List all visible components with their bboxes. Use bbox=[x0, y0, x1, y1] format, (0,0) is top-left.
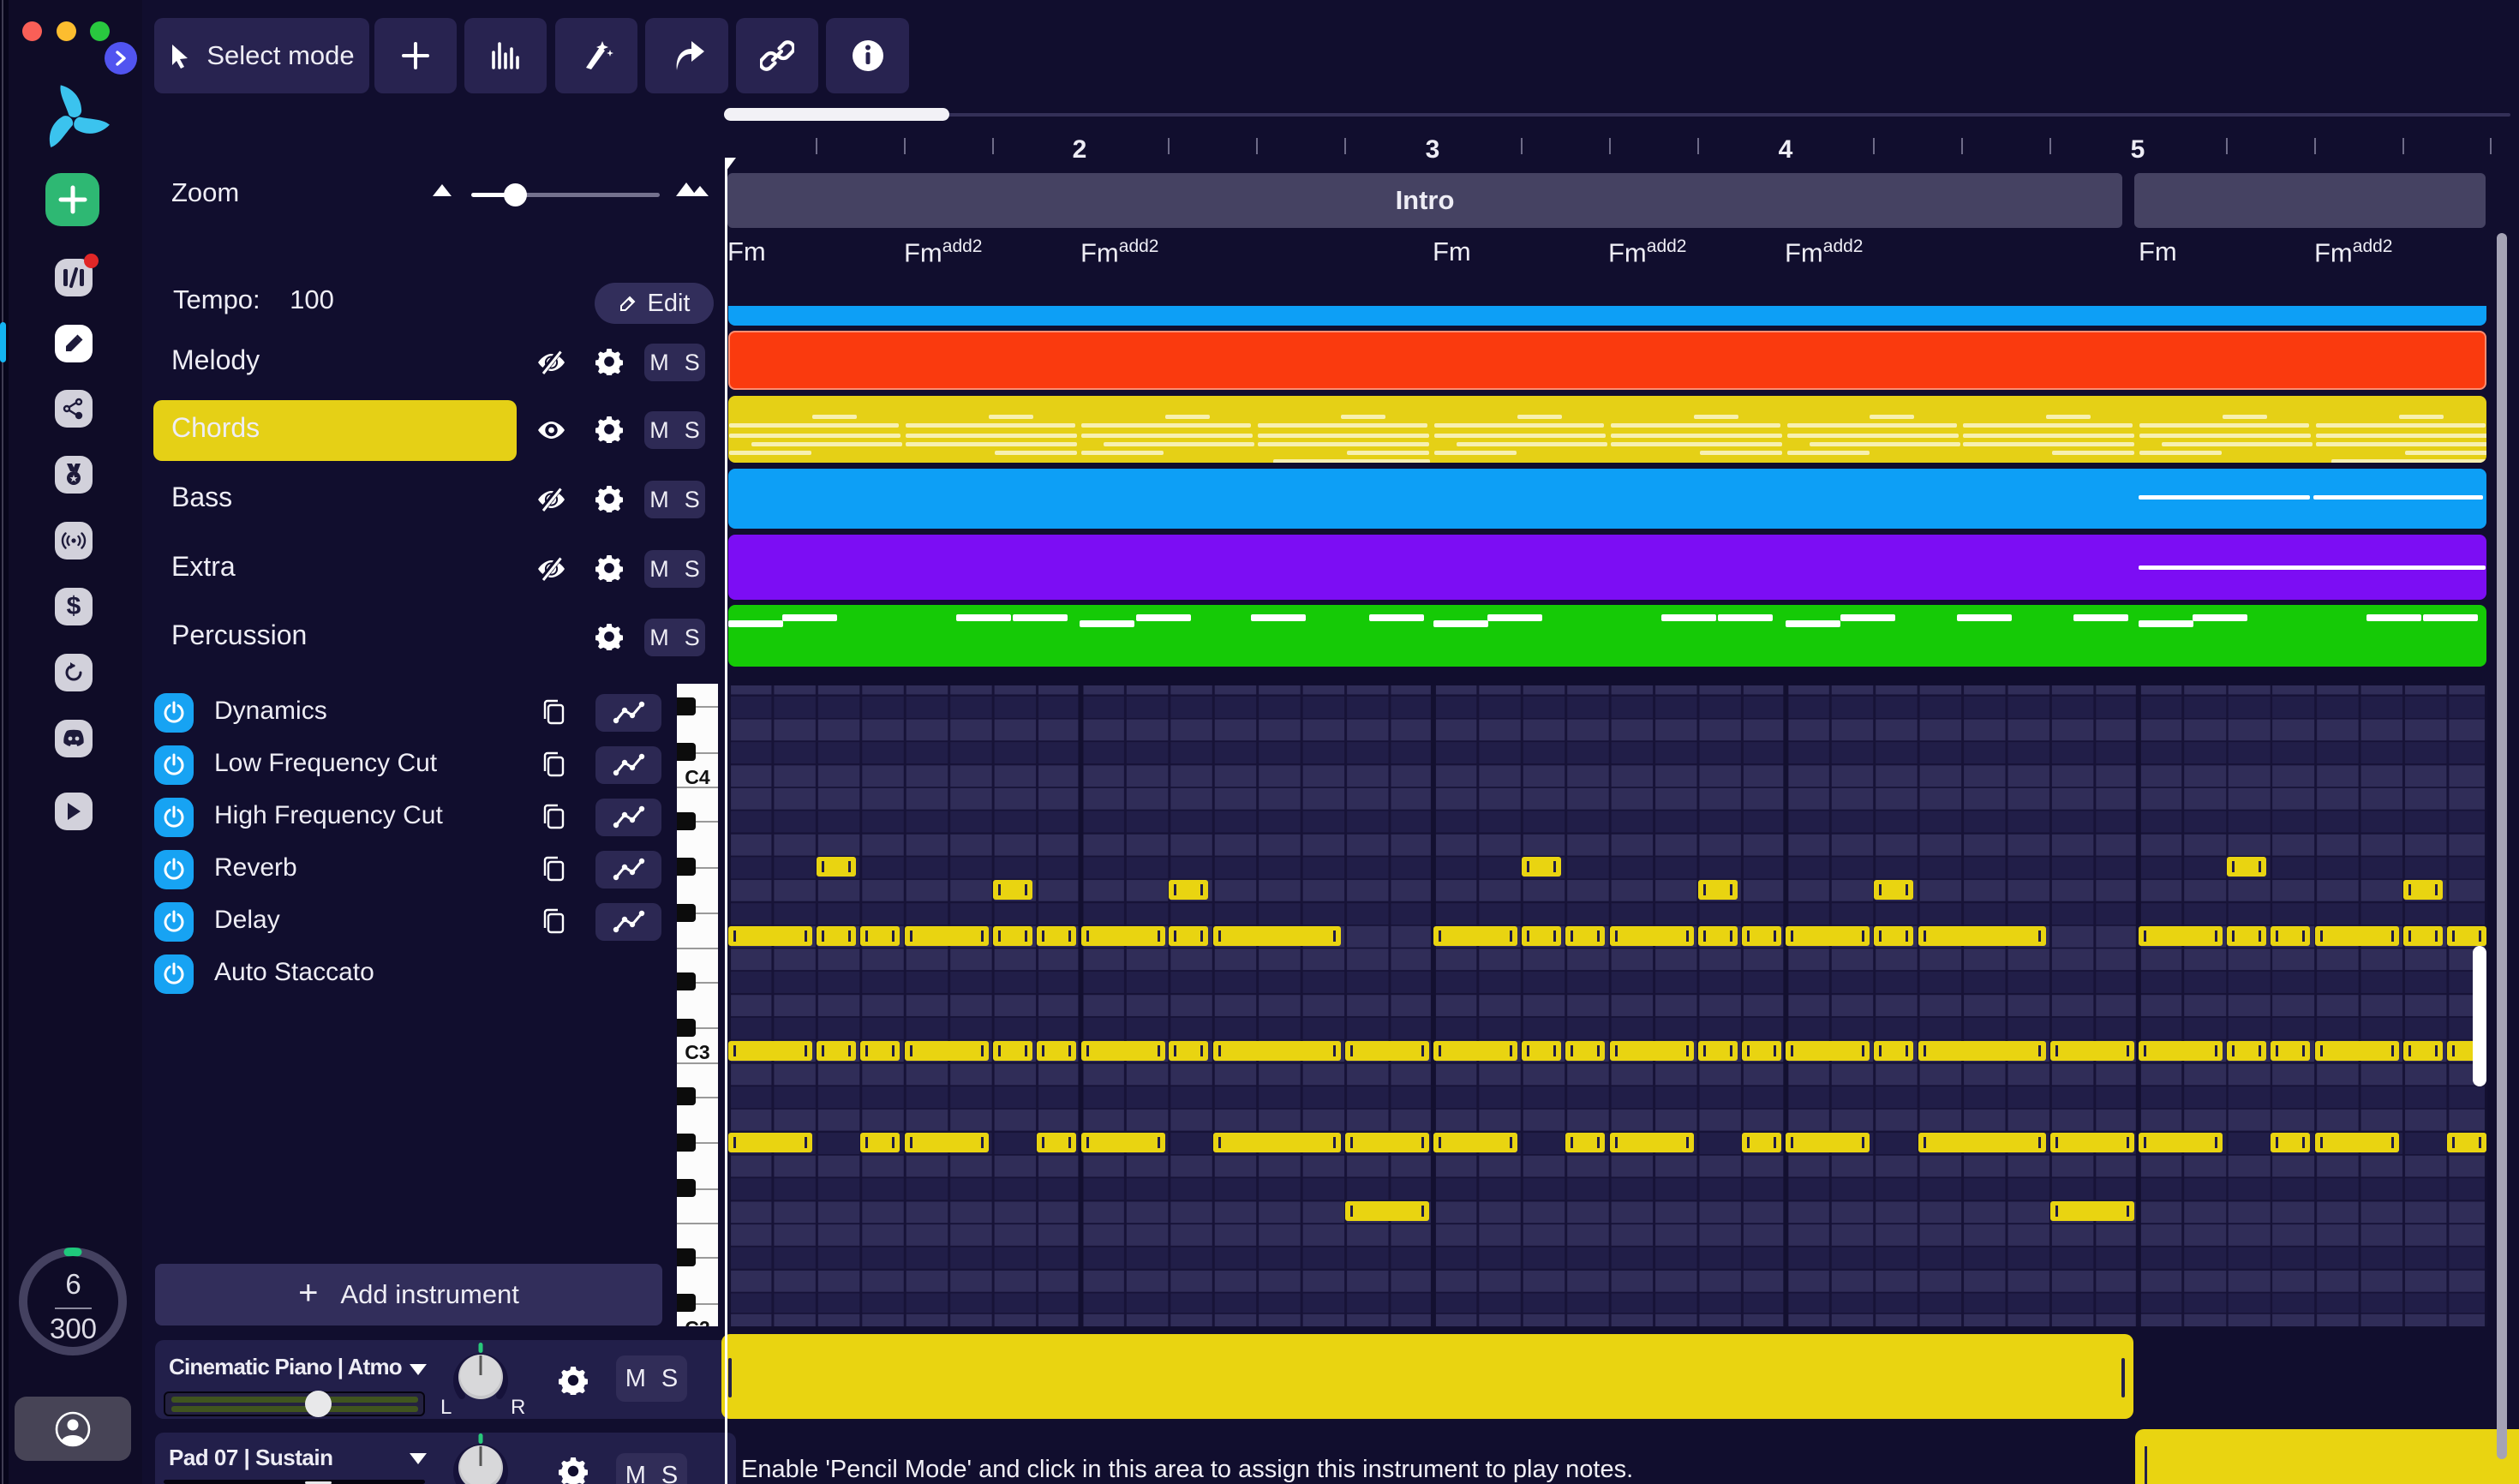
svg-text:★: ★ bbox=[69, 473, 79, 485]
